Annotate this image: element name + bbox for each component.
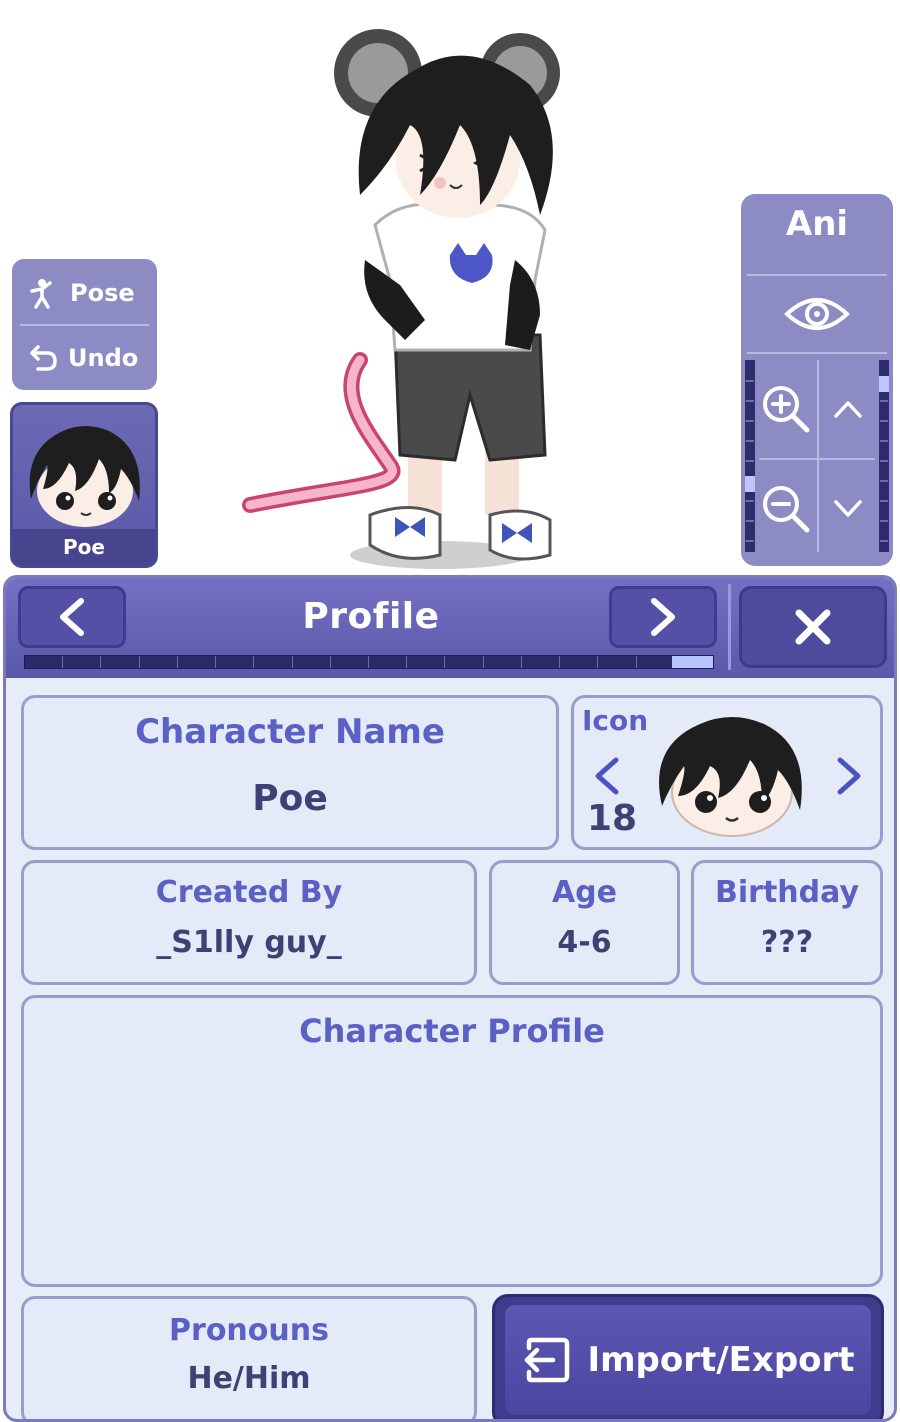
chevron-right-icon[interactable] [832, 756, 866, 796]
divider [817, 360, 819, 552]
character-name-field[interactable]: Character Name Poe [21, 695, 559, 850]
age-value: 4-6 [557, 925, 612, 960]
close-button[interactable] [739, 586, 887, 668]
character-stage: Pose Undo Poe Ani [0, 0, 900, 575]
height-slider-knob[interactable] [879, 376, 889, 392]
divider [759, 458, 875, 460]
pronouns-value: He/Him [187, 1361, 311, 1396]
undo-icon [30, 345, 57, 371]
birthday-value: ??? [760, 925, 814, 960]
character-name-value: Poe [252, 778, 328, 819]
created-by-field[interactable]: Created By _S1lly guy_ [21, 860, 477, 985]
created-by-value: _S1lly guy_ [156, 925, 342, 960]
import-export-inner: Import/Export [505, 1305, 871, 1415]
panel-header: Profile [6, 578, 894, 678]
chevron-left-icon[interactable] [590, 756, 624, 796]
created-by-label: Created By [155, 875, 343, 910]
pose-undo-panel: Pose Undo [12, 259, 157, 390]
character-name-label: Character Name [135, 712, 445, 752]
character-head-thumbnail [29, 426, 140, 527]
page-progress-fill [671, 656, 713, 668]
icon-label: Icon [582, 704, 649, 737]
character-profile-field[interactable]: Character Profile [21, 995, 883, 1287]
divider [747, 274, 887, 276]
camera-panel: Ani [741, 194, 893, 566]
zoom-out-button[interactable] [757, 466, 815, 552]
chevron-left-icon [60, 598, 84, 636]
import-export-button[interactable]: Import/Export [492, 1294, 884, 1419]
zoom-in-button[interactable] [757, 366, 815, 452]
pronouns-field[interactable]: Pronouns He/Him [21, 1296, 477, 1419]
pose-icon [30, 279, 52, 309]
icon-selector: Icon 18 [571, 695, 883, 850]
pronouns-label: Pronouns [169, 1313, 329, 1348]
import-export-icon [525, 1337, 570, 1383]
birthday-field[interactable]: Birthday ??? [691, 860, 883, 985]
zoom-slider-left[interactable] [745, 360, 755, 552]
move-down-button[interactable] [821, 466, 875, 552]
character-slot-card[interactable]: Poe [10, 402, 158, 568]
eye-icon [784, 298, 850, 330]
chevron-up-icon [834, 401, 862, 418]
profile-panel: Profile Character Name Poe Icon 18 Creat… [3, 575, 897, 1422]
pose-label: Pose [70, 279, 135, 307]
character-figure[interactable] [240, 15, 580, 575]
move-up-button[interactable] [821, 366, 875, 452]
previous-page-button[interactable] [18, 586, 126, 648]
icon-number: 18 [587, 798, 638, 839]
zoom-out-icon [763, 486, 810, 533]
chevron-down-icon [834, 500, 862, 517]
next-page-button[interactable] [609, 586, 717, 648]
character-profile-label: Character Profile [299, 1012, 605, 1050]
age-field[interactable]: Age 4-6 [489, 860, 680, 985]
chevron-right-icon [651, 598, 675, 636]
divider [728, 584, 731, 670]
visibility-toggle-button[interactable] [741, 278, 893, 350]
zoom-in-icon [763, 386, 810, 433]
page-progress-bar [24, 655, 714, 669]
ani-button[interactable]: Ani [741, 204, 893, 244]
icon-preview-head [659, 717, 802, 837]
birthday-label: Birthday [715, 875, 859, 910]
divider [747, 352, 887, 354]
import-export-label: Import/Export [587, 1340, 855, 1380]
undo-label: Undo [68, 344, 139, 372]
undo-button[interactable]: Undo [12, 326, 157, 390]
panel-title: Profile [302, 596, 440, 637]
character-slot-name: Poe [13, 529, 155, 565]
close-icon [795, 609, 831, 645]
zoom-slider-knob[interactable] [745, 476, 755, 492]
age-label: Age [551, 875, 618, 910]
pose-button[interactable]: Pose [12, 261, 157, 325]
